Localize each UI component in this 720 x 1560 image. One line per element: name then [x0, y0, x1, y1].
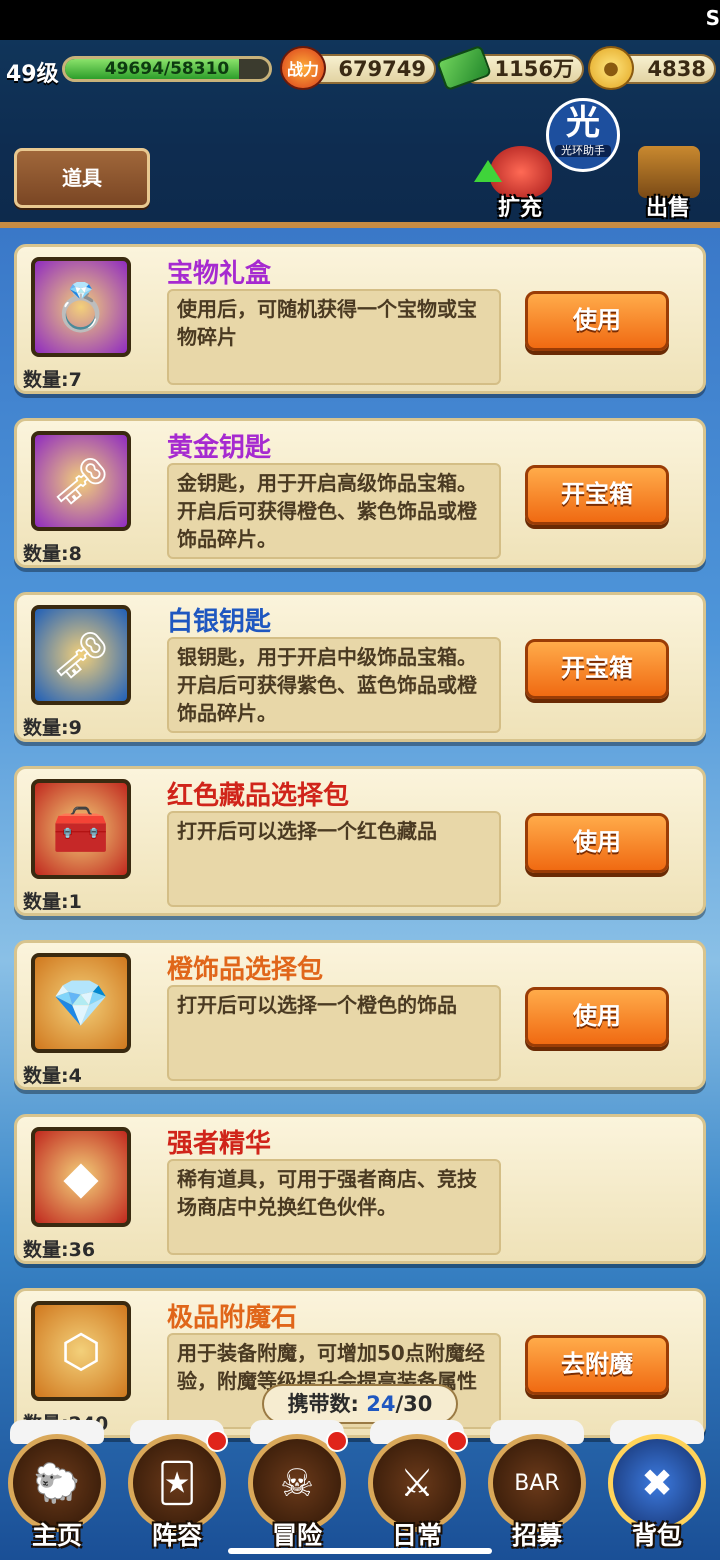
nav-label: 日常	[391, 1521, 442, 1550]
gold-coin-icon: ●	[588, 46, 634, 90]
item-icon: ◆	[31, 1127, 131, 1227]
item-card[interactable]: 💍 数量:7 宝物礼盒 使用后，可随机获得一个宝物或宝物碎片 使用	[14, 244, 706, 394]
expand-button[interactable]: 扩充	[470, 146, 570, 222]
item-card[interactable]: ◆ 数量:36 强者精华 稀有道具，可用于强者商店、竞技场商店中兑换红色伙伴。	[14, 1114, 706, 1264]
item-icon: 🗝	[31, 431, 131, 531]
item-name: 红色藏品选择包	[167, 781, 350, 811]
xp-text: 49694/58310	[104, 59, 230, 79]
assistant-logo-char: 光	[566, 103, 600, 143]
item-action-button[interactable]: 使用	[525, 291, 669, 351]
item-description: 打开后可以选择一个橙色的饰品	[167, 985, 501, 1081]
item-icon: 🗝	[31, 605, 131, 705]
nav-label: 阵容	[151, 1521, 202, 1550]
sell-label: 出售	[645, 196, 690, 221]
nav-item[interactable]: 🃏 阵容	[122, 1420, 232, 1560]
item-name: 白银钥匙	[167, 607, 272, 637]
item-description: 银钥匙，用于开启中级饰品宝箱。开启后可获得紫色、蓝色饰品或橙饰品碎片。	[167, 637, 501, 733]
nav-item[interactable]: BAR 招募	[482, 1420, 592, 1560]
gold-value: 4838	[647, 57, 706, 81]
item-quantity: 数量:4	[23, 1065, 82, 1087]
item-action-button[interactable]: 使用	[525, 813, 669, 873]
item-description: 稀有道具，可用于强者商店、竞技场商店中兑换红色伙伴。	[167, 1159, 501, 1255]
power-value: 679749	[338, 57, 426, 81]
nav-item[interactable]: ☠ 冒险	[242, 1420, 352, 1560]
item-card[interactable]: 🧰 数量:1 红色藏品选择包 打开后可以选择一个红色藏品 使用	[14, 766, 706, 916]
item-name: 极品附魔石	[167, 1303, 298, 1333]
carry-label: 携带数:	[287, 1392, 359, 1416]
item-action-button[interactable]: 使用	[525, 987, 669, 1047]
nav-label: 冒险	[271, 1521, 322, 1550]
carry-current: 24	[366, 1392, 396, 1416]
item-name: 黄金钥匙	[167, 433, 272, 463]
item-icon: ⬡	[31, 1301, 131, 1401]
nav-item[interactable]: ✖ 背包	[602, 1420, 712, 1560]
xp-bar: 49694/58310	[62, 56, 272, 82]
notification-dot	[446, 1430, 468, 1452]
nav-label: 招募	[511, 1521, 562, 1550]
carry-count: 携带数: 24/30	[262, 1384, 458, 1424]
nav-item[interactable]: 🐑 主页	[2, 1420, 112, 1560]
item-action-button[interactable]: 开宝箱	[525, 465, 669, 525]
item-card[interactable]: 💎 数量:4 橙饰品选择包 打开后可以选择一个橙色的饰品 使用	[14, 940, 706, 1090]
item-description: 金钥匙，用于开启高级饰品宝箱。开启后可获得橙色、紫色饰品或橙饰品碎片。	[167, 463, 501, 559]
item-icon: 💍	[31, 257, 131, 357]
item-icon: 🧰	[31, 779, 131, 879]
item-quantity: 数量:8	[23, 543, 82, 565]
tab-items[interactable]: 道具	[14, 148, 150, 208]
status-fragment: S	[705, 6, 720, 30]
nav-label: 背包	[631, 1521, 682, 1550]
notification-dot	[326, 1430, 348, 1452]
item-quantity: 数量:36	[23, 1239, 96, 1261]
item-quantity: 数量:7	[23, 369, 82, 391]
up-arrow-icon	[474, 160, 502, 182]
item-action-button[interactable]: 开宝箱	[525, 639, 669, 699]
item-icon: 💎	[31, 953, 131, 1053]
item-quantity: 数量:1	[23, 891, 82, 913]
item-list[interactable]: 💍 数量:7 宝物礼盒 使用后，可随机获得一个宝物或宝物碎片 使用 🗝 数量:8 黄金钥匙 金钥…	[0, 228, 720, 1560]
carry-max: /30	[395, 1392, 433, 1416]
item-action-button[interactable]: 去附魔	[525, 1335, 669, 1395]
item-description: 使用后，可随机获得一个宝物或宝物碎片	[167, 289, 501, 385]
home-indicator	[228, 1548, 492, 1554]
item-quantity: 数量:9	[23, 717, 82, 739]
item-name: 宝物礼盒	[167, 259, 272, 289]
item-card[interactable]: 🗝 数量:9 白银钥匙 银钥匙，用于开启中级饰品宝箱。开启后可获得紫色、蓝色饰品或橙饰…	[14, 592, 706, 742]
cash-value: 1156万	[494, 57, 574, 81]
item-card[interactable]: 🗝 数量:8 黄金钥匙 金钥匙，用于开启高级饰品宝箱。开启后可获得橙色、紫色饰品或橙饰…	[14, 418, 706, 568]
item-name: 强者精华	[167, 1129, 272, 1159]
nav-item[interactable]: ⚔ 日常	[362, 1420, 472, 1560]
bottom-nav: 🐑 主页 🃏 阵容 ☠ 冒险 ⚔ 日常 BAR 招募 ✖ 背包	[0, 1420, 720, 1560]
status-bar: S	[0, 0, 720, 40]
item-description: 打开后可以选择一个红色藏品	[167, 811, 501, 907]
notification-dot	[206, 1430, 228, 1452]
sell-button[interactable]: 出售	[618, 146, 718, 222]
battle-power-icon: 战力	[280, 46, 326, 90]
player-level: 49级	[6, 62, 59, 87]
expand-label: 扩充	[497, 196, 542, 221]
item-name: 橙饰品选择包	[167, 955, 324, 985]
nav-label: 主页	[31, 1521, 82, 1550]
